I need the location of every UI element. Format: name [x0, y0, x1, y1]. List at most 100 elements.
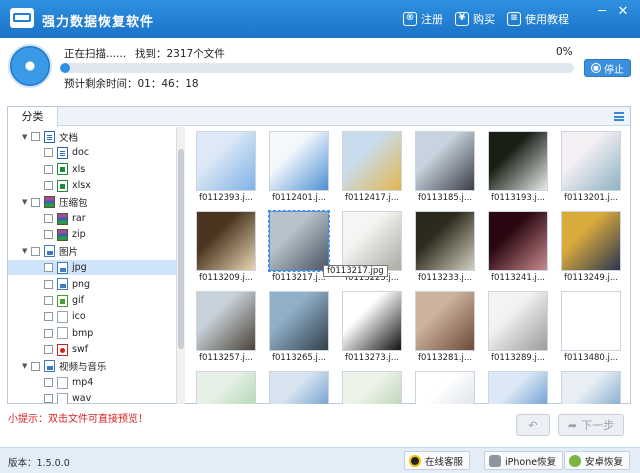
book-icon: ≡ [507, 12, 521, 26]
file-name: f0113289.j... [490, 353, 546, 363]
checkbox[interactable] [44, 279, 53, 289]
next-button[interactable]: ➦ 下一步 [558, 414, 624, 436]
file-name: f0113209.j... [198, 273, 254, 283]
checkbox[interactable] [44, 148, 53, 158]
buy-button[interactable]: ¥ 购买 [455, 11, 495, 27]
file-icon [57, 376, 68, 389]
tree-item-label: wav [72, 393, 92, 404]
stop-button[interactable]: ◼ 停止 [584, 59, 631, 77]
chevron-down-icon[interactable]: ▼ [22, 198, 31, 206]
close-icon[interactable]: ✕ [616, 5, 630, 19]
file-thumbnail[interactable] [336, 371, 408, 404]
checkbox[interactable] [44, 394, 53, 404]
file-thumbnail[interactable] [263, 371, 335, 404]
checkbox[interactable] [44, 214, 53, 223]
register-button[interactable]: ® 注册 [403, 11, 443, 27]
tree-item[interactable]: jpg [8, 260, 176, 276]
checkbox[interactable] [44, 345, 53, 355]
file-name: f0113233.j... [417, 273, 473, 283]
tree-item[interactable]: ico [8, 309, 176, 324]
file-thumbnail[interactable]: f0113185.j... [409, 131, 481, 203]
file-thumbnail[interactable]: f0113273.j... [336, 291, 408, 363]
file-thumbnail[interactable]: f0113249.j... [555, 211, 627, 283]
thumbnail-image [415, 211, 475, 271]
file-name: f0113193.j... [490, 193, 546, 203]
tree-item[interactable]: xls [8, 162, 176, 177]
chevron-down-icon[interactable]: ▼ [22, 247, 31, 255]
file-thumbnail[interactable]: f0113257.j... [190, 291, 262, 363]
file-thumbnail[interactable]: f0113193.j... [482, 131, 554, 203]
tree-group[interactable]: ▼ 图片 [8, 244, 176, 259]
file-thumbnail[interactable] [555, 371, 627, 404]
tip-text: 小提示：双击文件可直接预览！ [8, 414, 148, 425]
tree-item[interactable]: xlsx [8, 178, 176, 193]
checkbox[interactable] [44, 312, 53, 322]
tree-item[interactable]: bmp [8, 326, 176, 341]
tree-group[interactable]: ▼ 压缩包 [8, 195, 176, 210]
file-thumbnail[interactable]: f0112417.j... [336, 131, 408, 203]
file-thumbnail[interactable] [190, 371, 262, 404]
tree-item[interactable]: zip [8, 227, 176, 242]
file-thumbnail[interactable]: f0113201.j... [555, 131, 627, 203]
image-icon [57, 278, 68, 291]
file-thumbnail[interactable] [409, 371, 481, 404]
checkbox[interactable] [31, 132, 40, 141]
tutorial-label: 使用教程 [525, 13, 569, 26]
file-thumbnail[interactable]: f0113209.j... [190, 211, 262, 283]
tree-item-label: 视频与音乐 [59, 362, 107, 374]
chevron-down-icon[interactable]: ▼ [22, 133, 31, 141]
tree-group[interactable]: ▼ 文档 [8, 129, 176, 144]
tree-item[interactable]: mp4 [8, 375, 176, 390]
excel-icon [57, 163, 68, 176]
checkbox[interactable] [44, 230, 53, 240]
checkbox[interactable] [31, 197, 40, 207]
file-thumbnail[interactable]: f0112393.j... [190, 131, 262, 203]
tree-item[interactable]: rar [8, 211, 176, 226]
file-thumbnail[interactable]: f0112401.j... [263, 131, 335, 203]
tree-item-label: mp4 [72, 377, 94, 388]
back-icon: ↶ [528, 418, 538, 432]
thumbnail-image [561, 131, 621, 191]
thumbnail-image [415, 291, 475, 351]
doc-icon [44, 130, 55, 143]
chevron-down-icon[interactable]: ▼ [22, 362, 31, 370]
file-thumbnail[interactable] [482, 371, 554, 404]
file-thumbnail[interactable]: f0113480.j... [555, 291, 627, 363]
online-service-button[interactable]: 在线客服 [404, 451, 471, 470]
android-recovery-button[interactable]: 安卓恢复 [564, 451, 631, 470]
tree-item[interactable]: gif [8, 293, 176, 308]
tutorial-button[interactable]: ≡ 使用教程 [507, 11, 569, 27]
checkbox[interactable] [31, 361, 40, 371]
thumbnail-image [488, 131, 548, 191]
tree-item[interactable]: swf [8, 342, 176, 357]
tree-item[interactable]: doc [8, 145, 176, 160]
back-button[interactable]: ↶ [516, 414, 550, 436]
checkbox[interactable] [44, 181, 53, 191]
app-logo-icon [10, 8, 34, 28]
checkbox[interactable] [31, 246, 40, 256]
tree-scrollbar[interactable] [176, 127, 185, 404]
iphone-recovery-button[interactable]: iPhone恢复 [484, 451, 564, 470]
menu-icon[interactable] [614, 112, 624, 121]
tree-group[interactable]: ▼ 视频与音乐 [8, 359, 176, 374]
tree-item[interactable]: png [8, 277, 176, 292]
file-thumbnail[interactable]: f0113265.j... [263, 291, 335, 363]
image-icon [44, 360, 55, 373]
file-thumbnail[interactable]: f0113241.j... [482, 211, 554, 283]
checkbox[interactable] [44, 328, 53, 338]
minimize-icon[interactable]: ─ [595, 5, 609, 19]
checkbox[interactable] [44, 296, 53, 305]
tree-item-label: png [72, 278, 91, 290]
tab-category[interactable]: 分类 [8, 107, 58, 127]
file-name: f0113273.j... [344, 353, 400, 363]
checkbox[interactable] [44, 378, 53, 387]
file-thumbnail[interactable]: f0113233.j... [409, 211, 481, 283]
checkbox[interactable] [44, 263, 53, 273]
file-thumbnail[interactable]: f0113289.j... [482, 291, 554, 363]
image-icon [44, 245, 55, 258]
thumbnail-image [561, 211, 621, 271]
file-thumbnail[interactable]: f0113281.j... [409, 291, 481, 363]
checkbox[interactable] [44, 164, 53, 174]
tree-item-label: ico [72, 311, 86, 323]
tree-item[interactable]: wav [8, 391, 176, 404]
